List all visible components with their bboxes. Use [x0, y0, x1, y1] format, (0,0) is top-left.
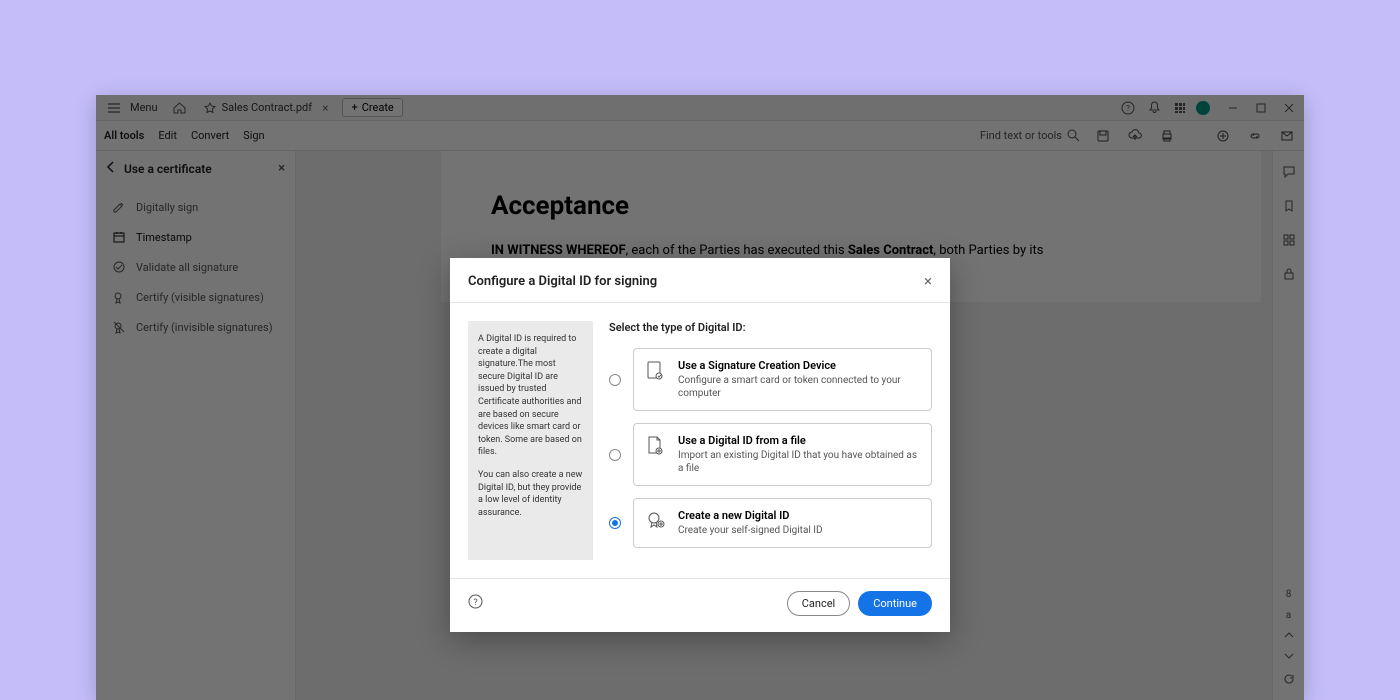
- option-title: Use a Digital ID from a file: [678, 434, 919, 447]
- badge-icon: [646, 511, 666, 535]
- option-title: Create a new Digital ID: [678, 509, 823, 522]
- digital-id-modal: Configure a Digital ID for signing × A D…: [450, 258, 950, 632]
- info-box: A Digital ID is required to create a dig…: [468, 321, 593, 560]
- svg-text:?: ?: [473, 598, 477, 608]
- info-text-2: You can also create a new Digital ID, bu…: [478, 469, 583, 519]
- radio-icon[interactable]: [609, 517, 621, 529]
- option-signature-device[interactable]: Use a Signature Creation Device Configur…: [609, 348, 932, 411]
- radio-icon[interactable]: [609, 449, 621, 461]
- option-desc: Import an existing Digital ID that you h…: [678, 449, 919, 475]
- file-icon: [646, 436, 666, 460]
- radio-icon[interactable]: [609, 374, 621, 386]
- cancel-button[interactable]: Cancel: [787, 591, 850, 616]
- modal-title: Configure a Digital ID for signing: [468, 274, 657, 289]
- option-desc: Configure a smart card or token connecte…: [678, 374, 919, 400]
- option-from-file[interactable]: Use a Digital ID from a file Import an e…: [609, 423, 932, 486]
- options-prompt: Select the type of Digital ID:: [609, 321, 932, 334]
- modal-header: Configure a Digital ID for signing ×: [450, 258, 950, 303]
- continue-button[interactable]: Continue: [858, 591, 932, 616]
- info-text-1: A Digital ID is required to create a dig…: [478, 333, 583, 459]
- option-create-new[interactable]: Create a new Digital ID Create your self…: [609, 498, 932, 548]
- modal-footer: ? Cancel Continue: [450, 578, 950, 632]
- options-column: Select the type of Digital ID: Use a Sig…: [609, 321, 932, 560]
- device-icon: [646, 361, 666, 385]
- modal-close-icon[interactable]: ×: [924, 272, 932, 290]
- option-desc: Create your self-signed Digital ID: [678, 524, 823, 537]
- option-title: Use a Signature Creation Device: [678, 359, 919, 372]
- modal-body: A Digital ID is required to create a dig…: [450, 303, 950, 578]
- help-icon[interactable]: ?: [468, 594, 483, 613]
